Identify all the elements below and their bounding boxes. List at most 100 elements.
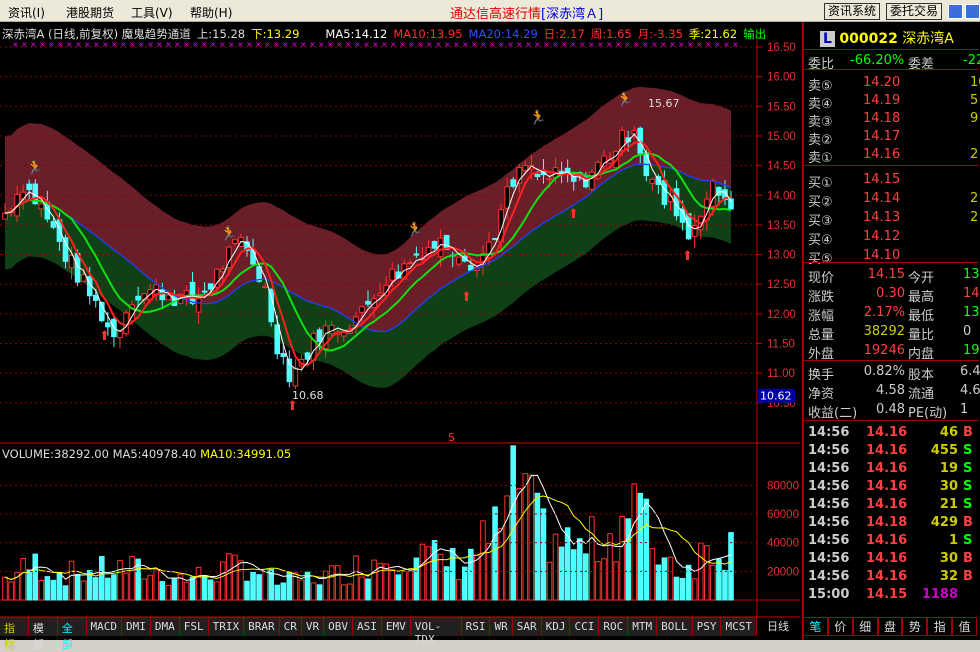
tick-volume: 30 bbox=[939, 479, 958, 494]
quote-header: L 000022 深赤湾A bbox=[820, 28, 954, 48]
indicator-tab-asi[interactable]: ASI bbox=[353, 617, 382, 636]
volume-bar bbox=[2, 576, 8, 601]
trade-button[interactable]: 委托交易 bbox=[886, 3, 943, 20]
volume-bar bbox=[540, 508, 547, 601]
volume-bar bbox=[250, 571, 256, 601]
menu-hk-futures[interactable]: 港股期货 bbox=[66, 4, 114, 21]
volume-bar bbox=[480, 520, 486, 601]
indicator-tab-obv[interactable]: OBV bbox=[324, 617, 354, 636]
indicator-tab-vr[interactable]: VR bbox=[301, 617, 325, 636]
indicator-tab-模板[interactable]: 模板 bbox=[28, 617, 58, 651]
stat-row: 涨幅 2.17% 最低 13 bbox=[808, 305, 980, 324]
quote-tab[interactable]: 势 bbox=[902, 617, 928, 636]
volume-bar bbox=[80, 580, 87, 601]
indicator-tab-dmi[interactable]: DMI bbox=[122, 617, 151, 636]
volume-bar bbox=[262, 569, 268, 601]
volume-bar bbox=[280, 582, 287, 601]
volume-bar bbox=[419, 543, 426, 601]
indicator-tab-mcst[interactable]: MCST bbox=[721, 617, 757, 636]
volume-bar bbox=[20, 558, 26, 601]
current-price-text: 10.62 bbox=[760, 390, 792, 403]
tick-price: 14.16 bbox=[866, 497, 908, 512]
maximize-icon[interactable] bbox=[965, 4, 980, 19]
buy-row-4: 买④ 14.12 bbox=[808, 229, 980, 248]
volume-bar bbox=[38, 580, 45, 601]
buy-volume: 2 bbox=[970, 191, 979, 206]
indicator-tab-vol-tdx[interactable]: VOL-TDX bbox=[410, 617, 462, 646]
candle-body bbox=[38, 203, 45, 210]
stat-row: 换手 0.82%股本 6.45 bbox=[808, 364, 980, 383]
volume-bar bbox=[468, 548, 474, 601]
quote-tab[interactable]: 盘 bbox=[877, 617, 903, 636]
price-axis-label: 12.00 bbox=[767, 309, 796, 321]
volume-bar bbox=[589, 516, 595, 601]
news-system-button[interactable]: 资讯系统 bbox=[824, 3, 881, 20]
quote-tab[interactable]: 值 bbox=[952, 617, 978, 636]
candle-body bbox=[50, 221, 57, 228]
volume-bar bbox=[637, 492, 644, 601]
volume-ma5: MA5:40978.40 bbox=[112, 447, 197, 461]
indicator-tab-cci[interactable]: CCI bbox=[570, 617, 600, 636]
quote-tab[interactable]: 指 bbox=[927, 617, 953, 636]
indicator-tab-boll[interactable]: BOLL bbox=[657, 617, 693, 636]
indicator-tab-brar[interactable]: BRAR bbox=[244, 617, 280, 636]
volume-bar bbox=[195, 566, 202, 601]
volume-bar bbox=[722, 569, 728, 601]
stat-label: 总量 bbox=[808, 328, 835, 343]
indicator-tab-trix[interactable]: TRIX bbox=[208, 617, 245, 636]
tick-volume: 1 bbox=[948, 533, 958, 548]
price-axis-label: 16.50 bbox=[767, 42, 796, 54]
upper-value: 上:15.28 bbox=[196, 27, 246, 41]
quote-tab[interactable]: 笔 bbox=[803, 617, 828, 636]
quote-tab[interactable]: 细 bbox=[852, 617, 878, 636]
candle-body bbox=[691, 224, 698, 237]
tick-price: 14.18 bbox=[866, 515, 908, 530]
candle-body bbox=[377, 292, 383, 296]
minimize-icon[interactable] bbox=[948, 4, 963, 19]
indicator-tab-psy[interactable]: PSY bbox=[692, 617, 722, 636]
day-change: 日:2.17 bbox=[543, 27, 585, 41]
stock-name: 深赤湾A bbox=[902, 31, 954, 47]
indicator-tab-dma[interactable]: DMA bbox=[150, 617, 180, 636]
volume-bar bbox=[685, 564, 692, 601]
volume-bar bbox=[32, 553, 39, 601]
tick-volume: 46 bbox=[939, 425, 958, 440]
indicator-tab-sar[interactable]: SAR bbox=[512, 617, 542, 636]
indicator-tab-bar: 指标 模板 全部 MACD DMI DMA FSL TRIX BRAR CR VR OBV ASI EMV… bbox=[0, 617, 757, 651]
candle-body bbox=[546, 178, 553, 181]
volume-bar bbox=[401, 570, 408, 601]
stat-value: 13 bbox=[963, 305, 980, 320]
buy-label: 买① bbox=[808, 176, 833, 191]
indicator-tab-emv[interactable]: EMV bbox=[381, 617, 411, 636]
stat-label: 流通 bbox=[908, 387, 935, 402]
indicator-tab-wr[interactable]: WR bbox=[490, 617, 513, 636]
volume-bar bbox=[56, 572, 63, 601]
volume-axis-label: 20000 bbox=[767, 566, 799, 578]
volume-bar bbox=[407, 570, 414, 601]
stat-row: 涨跌 0.30 最高 14 bbox=[808, 286, 980, 305]
output-label[interactable]: 输出 bbox=[743, 27, 766, 41]
indicator-tab-cr[interactable]: CR bbox=[279, 617, 302, 636]
indicator-tab-指标[interactable]: 指标 bbox=[0, 617, 29, 651]
volume-bar bbox=[316, 584, 323, 601]
candle-body bbox=[661, 180, 668, 205]
volume-bar bbox=[552, 533, 559, 601]
tick-side: S bbox=[963, 497, 973, 512]
indicator-tab-mtm[interactable]: MTM bbox=[628, 617, 658, 636]
menu-help[interactable]: 帮助(H) bbox=[190, 4, 232, 21]
indicator-tab-rsi[interactable]: RSI bbox=[461, 617, 491, 636]
indicator-tab-全部[interactable]: 全部 bbox=[57, 617, 87, 651]
indicator-tab-kdj[interactable]: KDJ bbox=[541, 617, 571, 636]
quote-tab[interactable]: 价 bbox=[827, 617, 853, 636]
menu-tools[interactable]: 工具(V) bbox=[131, 4, 173, 21]
indicator-tab-fsl[interactable]: FSL bbox=[179, 617, 209, 636]
menu-info[interactable]: 资讯(I) bbox=[8, 4, 45, 21]
indicator-tab-roc[interactable]: ROC bbox=[599, 617, 629, 636]
buy-volume: 2 bbox=[970, 210, 979, 225]
stat-value: 38292 bbox=[863, 324, 905, 339]
quote-panel-tabs: 笔价细盘势指值 bbox=[803, 617, 978, 636]
volume-bar bbox=[546, 561, 553, 601]
volume-bar bbox=[558, 546, 565, 601]
kline-chart[interactable]: 16.50 16.00 15.50 15.00 14.50 14.00 13.50 13.00… bbox=[0, 22, 800, 640]
indicator-tab-macd[interactable]: MACD bbox=[86, 617, 123, 636]
